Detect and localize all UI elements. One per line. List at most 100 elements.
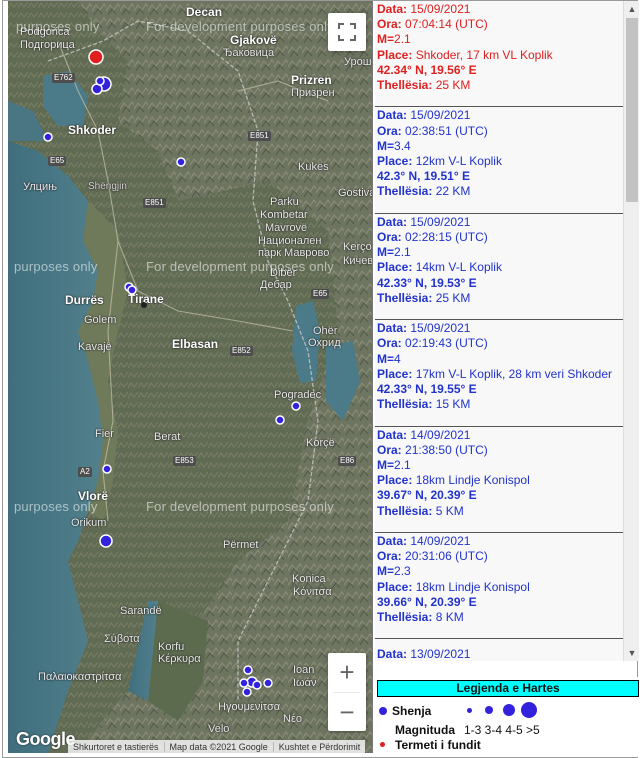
earthquake-marker[interactable]: [263, 678, 273, 688]
zoom-control: + −: [328, 653, 366, 731]
zoom-out-button[interactable]: −: [328, 693, 366, 731]
list-scrollbar[interactable]: ▲ ▼: [623, 1, 639, 661]
entry-depth-value: 5 KM: [435, 503, 464, 518]
entry-date-label: Data:: [377, 214, 408, 229]
entry-place-row: Place: 12km V-L Koplik: [377, 154, 621, 169]
map-view[interactable]: Decan Podgorica Подгорица Gjakovë Ђакови…: [8, 1, 373, 753]
legend-magnituda-label: Magnituda: [395, 723, 455, 737]
entry-date-row: Data: 15/09/2021: [377, 108, 621, 123]
entry-depth-row: Thellësia: 22 KM: [377, 184, 621, 199]
earthquake-marker[interactable]: [99, 534, 113, 548]
earthquake-entry[interactable]: Data: 13/09/2021: [375, 639, 623, 661]
entry-date-value: 14/09/2021: [410, 427, 471, 442]
marker-layer: [43, 49, 301, 697]
entry-time-value: 02:38:51 (UTC): [405, 123, 488, 138]
earthquake-entry[interactable]: Data: 15/09/2021 Ora: 02:19:43 (UTC) M=4 Pl…: [375, 320, 623, 427]
entry-place-row: Place: 18km Lindje Konispol: [377, 473, 621, 488]
entry-place-row: Place: Shkoder, 17 km VL Koplik: [377, 48, 621, 63]
entry-coordinates-value: 42.33° N, 19.55° E: [377, 381, 477, 396]
app-frame: Decan Podgorica Подгорица Gjakovë Ђакови…: [2, 0, 639, 758]
entry-date-label: Data:: [377, 647, 408, 661]
entry-coordinates-row: 42.33° N, 19.53° E: [377, 276, 621, 291]
legend-size-1-icon: [467, 708, 472, 713]
earthquake-entry[interactable]: Data: 14/09/2021 Ora: 21:38:50 (UTC) M=2.1…: [375, 426, 623, 533]
entry-magnitude-row: M=2.1: [377, 245, 621, 260]
earthquake-marker[interactable]: [95, 76, 105, 86]
entry-coordinates-value: 39.67° N, 20.39° E: [377, 488, 477, 503]
map-legend: Legjenda e Hartes Shenja Magnituda 1-3 3…: [375, 677, 639, 757]
entry-time-label: Ora:: [377, 229, 402, 244]
fullscreen-button[interactable]: [328, 13, 366, 51]
earthquake-marker[interactable]: [239, 678, 249, 688]
entry-coordinates-row: 39.66° N, 20.39° E: [377, 595, 621, 610]
legend-latest-label: Termeti i fundit: [395, 738, 481, 752]
entry-magnitude-row: M=3.4: [377, 139, 621, 154]
entry-depth-row: Thellësia: 25 KM: [377, 78, 621, 93]
earthquake-entry[interactable]: Data: 14/09/2021 Ora: 20:31:06 (UTC) M=2.3…: [375, 532, 623, 640]
entry-coordinates-value: 42.33° N, 19.53° E: [377, 275, 477, 290]
entry-time-label: Ora:: [377, 17, 402, 32]
earthquake-marker[interactable]: [102, 464, 112, 474]
earthquake-marker[interactable]: [127, 285, 137, 295]
entry-date-value: 15/09/2021: [410, 214, 471, 229]
zoom-in-button[interactable]: +: [328, 653, 366, 691]
entry-magnitude-label: M=: [377, 245, 395, 260]
entry-place-label: Place:: [377, 366, 413, 381]
entry-time-value: 20:31:06 (UTC): [405, 549, 488, 564]
latest-earthquake-entry[interactable]: Data: 15/09/2021 Ora: 07:04:14 (UTC) M=2.1…: [375, 1, 623, 108]
entry-place-label: Place:: [377, 154, 413, 168]
entry-depth-row: Thellësia: 25 KM: [377, 291, 621, 306]
entry-depth-row: Thellësia: 5 KM: [377, 504, 621, 519]
earthquake-marker[interactable]: [43, 132, 53, 142]
terms-of-use-link[interactable]: Kushtet e Përdorimit: [272, 741, 366, 752]
capital-dot: [141, 302, 147, 308]
entry-time-row: Ora: 02:38:51 (UTC): [377, 124, 621, 139]
legend-size-4-icon: [521, 702, 537, 718]
entry-depth-label: Thellësia:: [377, 503, 433, 518]
entry-depth-label: Thellësia:: [377, 290, 433, 305]
legend-magnitude-ranges: 1-3 3-4 4-5 >5: [464, 723, 540, 737]
entry-magnitude-value: 2.1: [394, 32, 411, 47]
entry-depth-label: Thellësia:: [377, 397, 433, 412]
entry-coordinates-value: 39.66° N, 20.39° E: [377, 594, 477, 609]
earthquake-entry[interactable]: Data: 15/09/2021 Ora: 02:28:15 (UTC) M=2.1…: [375, 213, 623, 321]
entry-place-value: 14km V-L Koplik: [415, 260, 502, 275]
scroll-up-arrow-icon[interactable]: ▲: [624, 1, 640, 17]
entry-depth-label: Thellësia:: [377, 609, 433, 624]
latest-earthquake-marker[interactable]: [88, 49, 104, 65]
entry-coordinates-row: 42.3° N, 19.51° E: [377, 169, 621, 184]
entry-time-value: 02:19:43 (UTC): [405, 336, 488, 351]
scroll-thumb[interactable]: [626, 18, 638, 202]
entry-date-row: Data: 13/09/2021: [377, 647, 621, 661]
earthquake-entry[interactable]: Data: 15/09/2021 Ora: 02:38:51 (UTC) M=3.4…: [375, 107, 623, 214]
entry-coordinates-value: 42.3° N, 19.51° E: [377, 169, 470, 184]
earthquake-list[interactable]: Data: 15/09/2021 Ora: 07:04:14 (UTC) M=2.1…: [375, 1, 638, 661]
entry-place-row: Place: 17km V-L Koplik, 28 km veri Shkod…: [377, 367, 621, 382]
entry-depth-value: 25 KM: [435, 78, 471, 93]
earthquake-marker[interactable]: [291, 401, 301, 411]
entry-place-row: Place: 18km Lindje Konispol: [377, 580, 621, 595]
entry-time-label: Ora:: [377, 336, 402, 351]
entry-depth-row: Thellësia: 15 KM: [377, 397, 621, 412]
keyboard-shortcuts-link[interactable]: Shkurtoret e tastierës: [68, 742, 164, 752]
entry-date-label: Data:: [377, 427, 408, 442]
legend-title: Legjenda e Hartes: [377, 680, 639, 697]
earthquake-marker[interactable]: [243, 665, 253, 675]
legend-latest-icon: [380, 742, 385, 747]
google-logo: Google: [16, 729, 76, 749]
entry-depth-value: 15 KM: [435, 397, 471, 412]
entry-magnitude-label: M=: [377, 351, 395, 366]
earthquake-marker[interactable]: [242, 687, 252, 697]
entry-magnitude-label: M=: [377, 457, 395, 472]
earthquake-marker[interactable]: [275, 415, 285, 425]
entry-date-value: 13/09/2021: [410, 647, 471, 661]
entry-place-value: 18km Lindje Konispol: [415, 473, 530, 488]
entry-time-row: Ora: 21:38:50 (UTC): [377, 443, 621, 458]
earthquake-marker[interactable]: [176, 157, 186, 167]
earthquake-marker[interactable]: [252, 680, 262, 690]
entry-date-value: 14/09/2021: [410, 533, 471, 548]
entry-time-row: Ora: 02:19:43 (UTC): [377, 336, 621, 351]
entry-magnitude-row: M=2.1: [377, 32, 621, 47]
entry-magnitude-value: 2.3: [394, 564, 411, 579]
scroll-down-arrow-icon[interactable]: ▼: [624, 645, 640, 661]
